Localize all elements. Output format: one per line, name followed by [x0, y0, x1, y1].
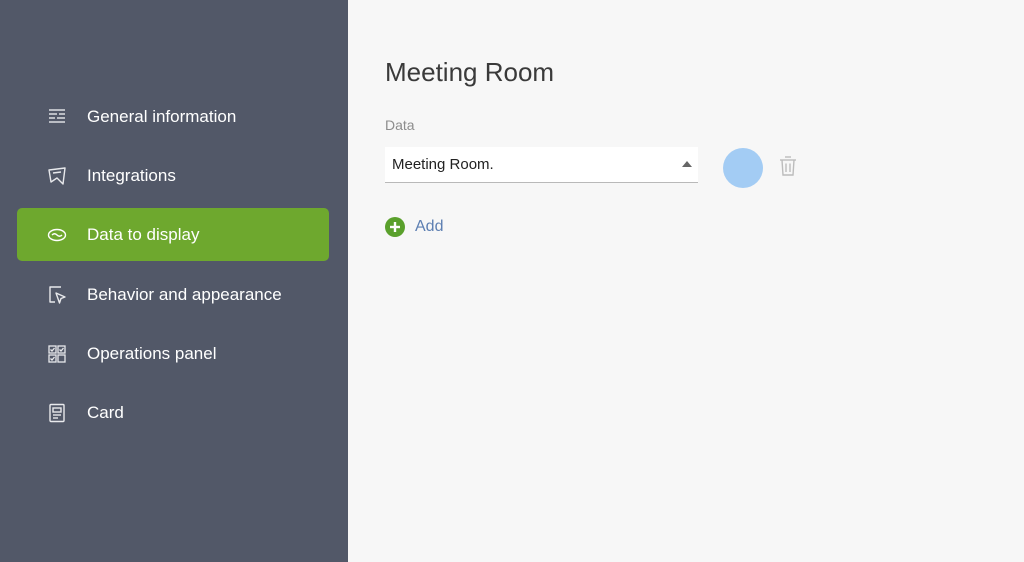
data-select-value: Meeting Room.	[392, 156, 494, 173]
data-field-label: Data	[385, 117, 415, 133]
trash-icon	[780, 156, 796, 176]
delete-button[interactable]	[778, 155, 798, 177]
card-icon	[47, 403, 67, 423]
sidebar-item-label: Card	[87, 402, 124, 422]
caret-up-icon	[682, 161, 692, 167]
color-picker-swatch[interactable]	[723, 148, 763, 188]
add-label: Add	[415, 218, 444, 235]
sidebar-item-integrations[interactable]: Integrations	[17, 149, 329, 202]
sidebar-item-label: Integrations	[87, 165, 176, 185]
sidebar-item-operations-panel[interactable]: Operations panel	[17, 327, 329, 380]
sidebar-item-general-information[interactable]: General information	[17, 90, 329, 143]
grid-check-icon	[47, 344, 67, 364]
main-content: Meeting Room Data Meeting Room. Add	[348, 0, 1024, 562]
add-button[interactable]: Add	[385, 217, 443, 237]
sidebar-item-label: General information	[87, 106, 237, 126]
list-lines-icon	[47, 107, 67, 127]
data-select[interactable]: Meeting Room.	[385, 147, 698, 183]
sidebar-item-behavior-and-appearance[interactable]: Behavior and appearance	[17, 268, 329, 321]
plus-circle-icon	[385, 217, 405, 237]
sidebar-item-label: Data to display	[87, 224, 200, 244]
map-pin-icon	[47, 166, 67, 186]
page-title: Meeting Room	[385, 57, 555, 87]
sidebar-item-data-to-display[interactable]: Data to display	[17, 208, 329, 261]
cursor-icon	[47, 285, 67, 305]
sidebar: General information Integrations Data to…	[0, 0, 348, 562]
sidebar-item-card[interactable]: Card	[17, 386, 329, 439]
sidebar-item-label: Behavior and appearance	[87, 284, 282, 304]
sidebar-item-label: Operations panel	[87, 343, 217, 363]
eye-icon	[47, 225, 67, 245]
